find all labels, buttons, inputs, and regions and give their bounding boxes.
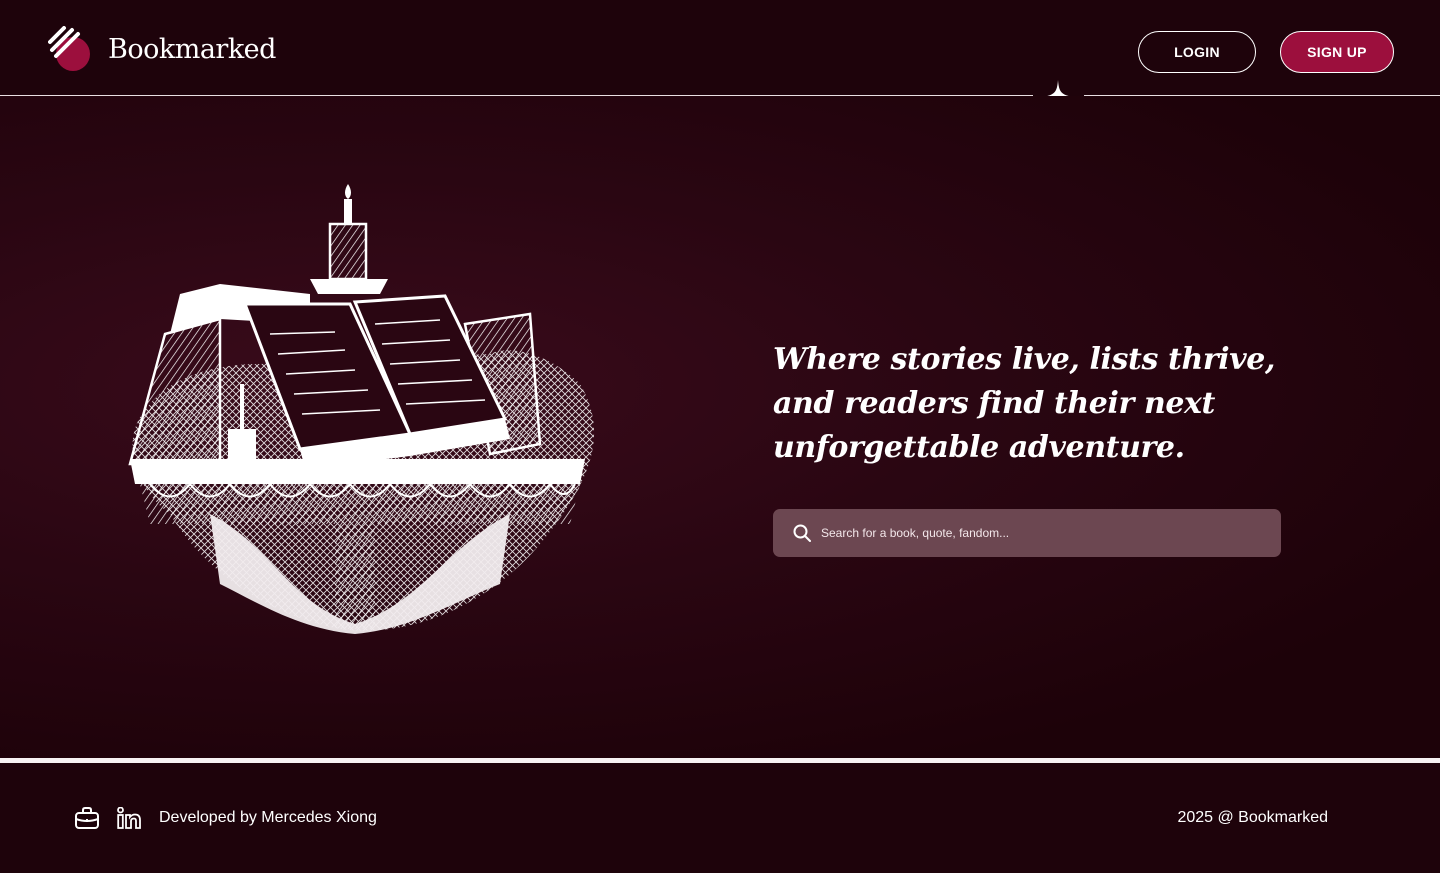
- logo-icon: [48, 26, 90, 71]
- site-footer: Developed by Mercedes Xiong 2025 @ Bookm…: [0, 763, 1440, 873]
- brand-logo[interactable]: Bookmarked: [48, 26, 276, 72]
- search-input[interactable]: [821, 509, 1261, 557]
- site-header: Bookmarked LOGIN SIGN UP: [0, 0, 1440, 96]
- briefcase-icon[interactable]: [75, 807, 99, 829]
- linkedin-icon[interactable]: [117, 807, 141, 829]
- hero-tagline: Where stories live, lists thrive, and re…: [773, 342, 1276, 465]
- developer-credit: Developed by Mercedes Xiong: [159, 809, 377, 826]
- login-button[interactable]: LOGIN: [1138, 31, 1256, 73]
- search-bar[interactable]: [773, 509, 1281, 557]
- search-icon[interactable]: [793, 524, 811, 542]
- brand-name: Bookmarked: [108, 33, 276, 65]
- hero-section: Where stories live, lists thrive, and re…: [0, 96, 1440, 758]
- signup-button[interactable]: SIGN UP: [1280, 31, 1394, 73]
- open-book-with-candle-illustration: [128, 184, 595, 634]
- copyright-text: 2025 @ Bookmarked: [1177, 809, 1328, 826]
